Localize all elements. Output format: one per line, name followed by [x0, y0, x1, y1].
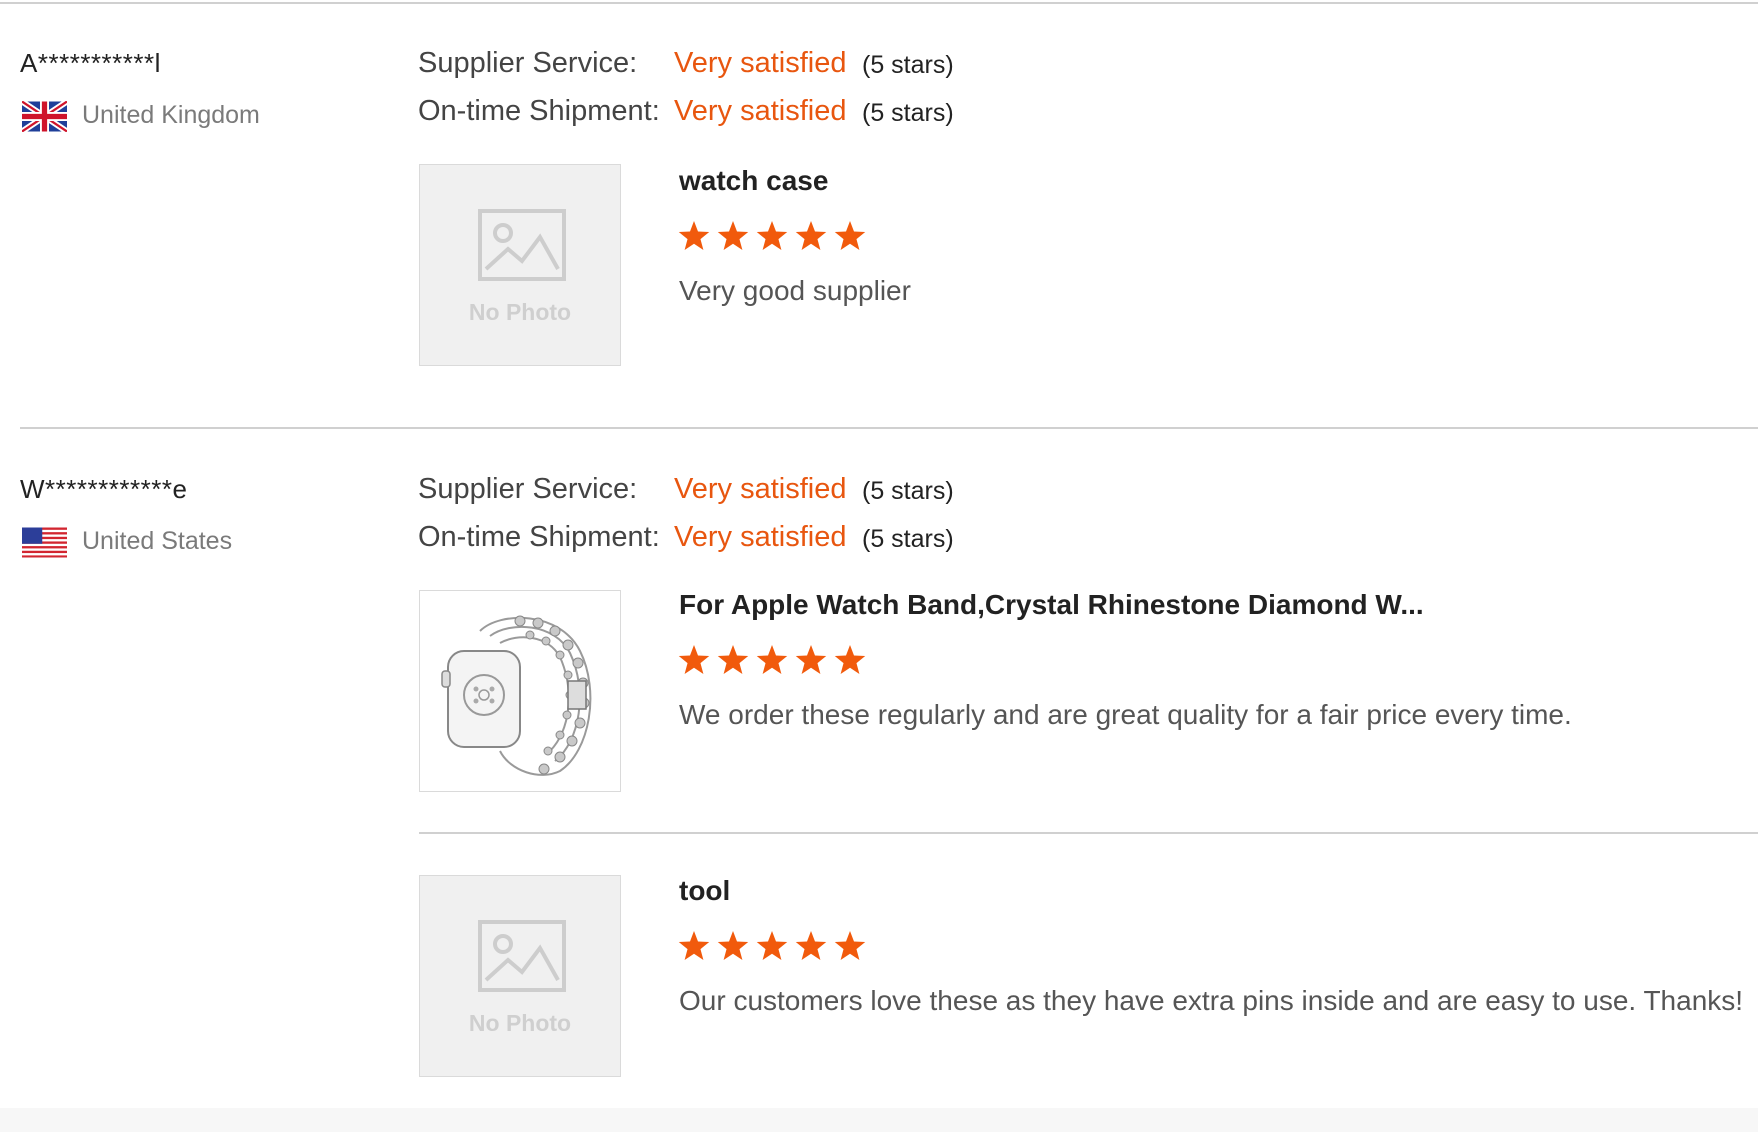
product-divider — [419, 832, 1758, 834]
product-thumbnail[interactable]: No Photo — [419, 164, 621, 366]
review-divider — [20, 427, 1758, 429]
star-icon — [678, 931, 710, 960]
product-thumbnail[interactable] — [419, 590, 621, 792]
shipment-value: Very satisfied — [674, 521, 847, 553]
star-rating — [678, 645, 866, 674]
star-icon — [834, 645, 866, 674]
star-rating — [678, 931, 866, 960]
reviewer-name: A***********l — [20, 48, 161, 78]
star-icon — [795, 221, 827, 250]
star-icon — [678, 645, 710, 674]
reviewer-name: W************e — [20, 474, 188, 504]
star-icon — [795, 931, 827, 960]
product-thumbnail[interactable]: No Photo — [419, 875, 621, 1077]
supplier-service-value: Very satisfied — [674, 473, 847, 505]
product-title[interactable]: watch case — [679, 165, 828, 197]
shipment-value: Very satisfied — [674, 95, 847, 127]
shipment-label: On-time Shipment: — [418, 521, 660, 553]
reviewer-country: United Kingdom — [82, 101, 260, 129]
supplier-service-stars: (5 stars) — [862, 477, 954, 505]
star-icon — [834, 931, 866, 960]
reviewer-country: United States — [82, 527, 233, 555]
supplier-service-stars: (5 stars) — [862, 51, 954, 79]
review-text: Our customers love these as they have ex… — [679, 985, 1744, 1016]
product-title[interactable]: tool — [679, 875, 730, 907]
us-flag-icon — [22, 527, 67, 558]
star-icon — [756, 645, 788, 674]
image-placeholder-icon — [478, 209, 566, 281]
review-text: Very good supplier — [679, 275, 911, 306]
product-title[interactable]: For Apple Watch Band,Crystal Rhinestone … — [679, 589, 1424, 621]
shipment-stars: (5 stars) — [862, 99, 954, 127]
image-placeholder-icon — [478, 920, 566, 992]
shipment-stars: (5 stars) — [862, 525, 954, 553]
star-icon — [717, 931, 749, 960]
star-icon — [834, 221, 866, 250]
shipment-label: On-time Shipment: — [418, 95, 660, 127]
star-icon — [717, 645, 749, 674]
star-icon — [717, 221, 749, 250]
footer-shade — [0, 1108, 1758, 1132]
top-divider — [0, 2, 1758, 4]
supplier-service-label: Supplier Service: — [418, 47, 638, 79]
star-icon — [795, 645, 827, 674]
star-icon — [756, 931, 788, 960]
uk-flag-icon — [22, 101, 67, 132]
no-photo-text: No Photo — [468, 299, 572, 325]
watch-band-image — [441, 615, 592, 776]
star-icon — [678, 221, 710, 250]
review-text: We order these regularly and are great q… — [679, 699, 1572, 730]
supplier-service-label: Supplier Service: — [418, 473, 638, 505]
star-icon — [756, 221, 788, 250]
star-rating — [678, 221, 866, 250]
no-photo-text: No Photo — [468, 1010, 572, 1036]
supplier-service-value: Very satisfied — [674, 47, 847, 79]
